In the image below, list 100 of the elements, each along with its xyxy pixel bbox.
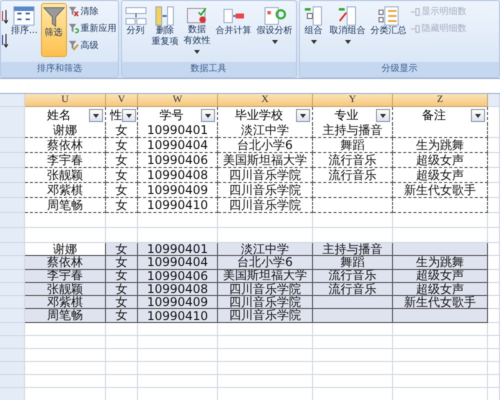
table-cell: 女 (106, 243, 138, 256)
row-header[interactable] (0, 198, 25, 213)
filter-dropdown-button[interactable] (296, 109, 310, 122)
grid-cell (488, 153, 500, 168)
row-header[interactable] (0, 282, 25, 296)
ribbon-button[interactable]: 分列 (122, 3, 149, 57)
caret-icon (380, 114, 386, 118)
table-cell: 女 (106, 256, 138, 270)
grid-cell (488, 322, 500, 336)
grid-cell (106, 322, 138, 336)
row-header[interactable] (0, 374, 25, 388)
row-header[interactable] (0, 228, 25, 243)
filter-dropdown-button[interactable] (122, 109, 136, 122)
row-header[interactable] (0, 168, 25, 183)
table-cell: 10990408 (138, 168, 218, 183)
table-cell: 10990406 (138, 153, 218, 168)
table-cell: 谢娜 (25, 243, 106, 256)
ribbon-button[interactable]: 组合 (300, 3, 327, 57)
sort-descending-icon[interactable] (2, 33, 8, 49)
remove-duplicates-icon (154, 6, 176, 26)
table-cell: 生为跳舞 (393, 138, 488, 153)
consolidate-icon (222, 6, 245, 26)
row-header[interactable] (0, 309, 25, 323)
row-header[interactable] (0, 362, 25, 375)
table-cell: 李宇春 (25, 153, 106, 168)
filter-dropdown-button[interactable] (89, 109, 103, 122)
ribbon-button[interactable]: 假设分析 (254, 3, 295, 57)
grid-cell (488, 198, 500, 213)
column-header[interactable]: V (106, 94, 138, 107)
table-cell: 女 (106, 270, 138, 283)
ribbon-button[interactable]: 筛选 (40, 3, 67, 57)
row-header[interactable] (0, 296, 25, 310)
table-cell: 邓紫棋 (25, 296, 106, 310)
group-label: 排序和筛选 (1, 62, 118, 77)
row-header[interactable] (0, 138, 25, 153)
filter-dropdown-button[interactable] (471, 109, 485, 122)
table-cell: 流行音乐 (313, 168, 393, 183)
ribbon-button[interactable]: 删除 重复项 (150, 3, 181, 57)
table-cell: 张靓颖 (25, 282, 106, 296)
grid-cell (488, 374, 500, 388)
row-header[interactable] (0, 388, 25, 400)
sort-ascending-icon[interactable] (2, 9, 8, 25)
ribbon-button[interactable]: 取消组合 (328, 3, 368, 57)
grid-cell (488, 256, 500, 270)
group-label: 数据工具 (122, 62, 296, 77)
row-header[interactable] (0, 183, 25, 198)
row-header[interactable] (0, 256, 25, 270)
header-label: 性 (110, 107, 122, 124)
ribbon-small-button[interactable]: 重新应用 (68, 21, 117, 36)
table-cell: 流行音乐 (313, 153, 393, 168)
row-header[interactable] (0, 336, 25, 349)
subtotal-icon (378, 6, 400, 26)
column-header[interactable] (488, 94, 500, 107)
caret-icon (300, 114, 306, 118)
filter-dropdown-button[interactable] (376, 109, 390, 122)
select-all-corner[interactable] (0, 94, 25, 107)
grid-cell (106, 336, 138, 349)
row-header[interactable] (0, 270, 25, 283)
ribbon-button[interactable]: 合并计算 (214, 3, 254, 57)
table-cell: 10990404 (138, 138, 218, 153)
table-cell: 女 (106, 198, 138, 213)
table-cell: 周笔畅 (25, 309, 106, 323)
table-cell: 主持与播音 (313, 123, 393, 138)
grid-cell (106, 213, 138, 228)
ungroup-icon (336, 6, 359, 26)
grid-cell (488, 309, 500, 323)
ribbon-small-button[interactable]: 高级 (68, 38, 117, 53)
funnel-icon (42, 6, 65, 28)
column-header[interactable]: Z (393, 94, 488, 107)
ribbon-button[interactable]: 数据 有效性 (182, 3, 213, 57)
grid-cell (488, 296, 500, 310)
row-header[interactable] (0, 123, 25, 138)
column-header[interactable]: U (25, 94, 106, 107)
row-header[interactable] (0, 243, 25, 256)
table-cell: 美国斯坦福大学 (218, 153, 313, 168)
row-header[interactable] (0, 153, 25, 168)
grid-cell (488, 243, 500, 256)
header-label: 专业 (334, 107, 360, 124)
table-cell: 10990408 (138, 282, 218, 296)
table-cell: 超级女声 (393, 270, 488, 283)
column-header[interactable]: Y (313, 94, 393, 107)
table-cell: 超级女声 (393, 153, 488, 168)
row-header[interactable] (0, 213, 25, 228)
header-label: 毕业学校 (234, 107, 284, 124)
ribbon-small-button[interactable]: 清除 (68, 4, 117, 19)
column-header[interactable]: X (218, 94, 313, 107)
group-label: 分级显示 (300, 62, 499, 77)
group-icon (302, 6, 325, 26)
row-header[interactable] (0, 322, 25, 336)
show-detail-icon (410, 6, 420, 16)
column-header[interactable]: W (138, 94, 218, 107)
ribbon-button[interactable]: 排序... (9, 3, 40, 57)
row-header[interactable] (0, 348, 25, 362)
table-cell: 舞蹈 (313, 138, 393, 153)
filter-dropdown-button[interactable] (201, 109, 215, 122)
table-cell: 10990410 (138, 198, 218, 213)
grid-cell (106, 362, 138, 375)
ribbon-button[interactable]: 分类汇总 (368, 3, 409, 57)
grid-cell (488, 348, 500, 362)
table-cell: 女 (106, 168, 138, 183)
